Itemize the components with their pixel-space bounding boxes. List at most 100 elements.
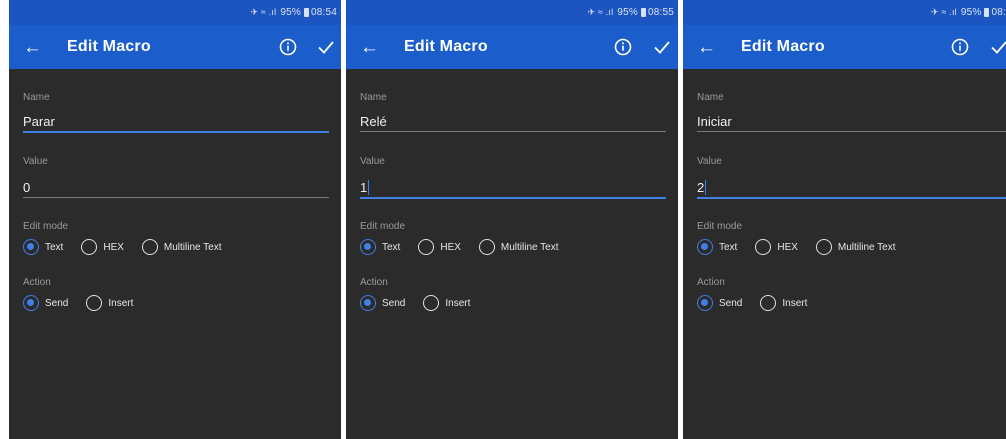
edit-mode-group: Text HEX Multiline Text <box>360 239 577 255</box>
radio-label: Insert <box>445 297 471 309</box>
value-text: 2 <box>697 180 705 195</box>
info-icon[interactable] <box>951 38 969 56</box>
name-input[interactable]: Parar <box>23 114 55 129</box>
radio-label: Send <box>382 297 406 309</box>
text-cursor <box>705 180 707 195</box>
radio-label: Send <box>45 297 69 309</box>
name-input[interactable]: Iniciar <box>697 114 732 129</box>
action-option-insert[interactable]: Insert <box>423 295 470 311</box>
edit-mode-group: Text HEX Multiline Text <box>697 239 914 255</box>
radio-unchecked-icon[interactable] <box>418 239 435 255</box>
status-time: 08:55 <box>647 7 674 18</box>
page-title: Edit Macro <box>741 38 825 55</box>
radio-unchecked-icon[interactable] <box>815 239 832 255</box>
app-bar: ← Edit Macro <box>9 25 341 69</box>
edit-mode-option-text[interactable]: Text <box>697 239 737 255</box>
radio-label: Send <box>719 297 743 309</box>
action-group: Send Insert <box>23 295 151 311</box>
radio-label: HEX <box>777 241 798 253</box>
check-icon[interactable] <box>316 37 336 57</box>
radio-unchecked-icon[interactable] <box>478 239 495 255</box>
battery-icon <box>303 8 309 17</box>
macro-form: Name Relé Value 1 Edit mode Text HEX Mul… <box>346 69 678 439</box>
value-input-underline <box>360 197 666 199</box>
radio-label: Multiline Text <box>163 241 222 253</box>
status-bar: ✈︎ ≈ .ıl 95% 08: <box>683 0 1006 25</box>
app-bar: ← Edit Macro <box>683 25 1006 69</box>
text-cursor <box>368 180 370 195</box>
value-input[interactable]: 1 <box>360 180 370 195</box>
radio-checked-icon[interactable] <box>23 239 39 255</box>
action-option-send[interactable]: Send <box>23 295 68 311</box>
edit-mode-option-text[interactable]: Text <box>360 239 400 255</box>
edit-mode-label: Edit mode <box>697 221 743 232</box>
edit-mode-label: Edit mode <box>360 221 406 232</box>
edit-mode-option-hex[interactable]: HEX <box>418 239 461 255</box>
action-label: Action <box>360 277 388 288</box>
name-input-underline <box>697 131 1006 132</box>
value-text: 1 <box>360 180 368 195</box>
battery-icon <box>984 8 990 17</box>
radio-checked-icon[interactable] <box>697 239 713 255</box>
screen-3: ✈︎ ≈ .ıl 95% 08: ← Edit Macro Name Inici… <box>683 0 1006 439</box>
radio-unchecked-icon[interactable] <box>755 239 772 255</box>
edit-mode-option-multiline[interactable]: Multiline Text <box>478 239 559 255</box>
signal-icons: ✈︎ ≈ .ıl <box>930 7 957 17</box>
battery-level: 95% <box>280 7 301 18</box>
radio-checked-icon[interactable] <box>23 295 39 311</box>
page-title: Edit Macro <box>67 38 151 55</box>
radio-unchecked-icon[interactable] <box>423 295 440 311</box>
page-title: Edit Macro <box>404 38 488 55</box>
radio-label: Text <box>382 241 401 253</box>
radio-checked-icon[interactable] <box>360 239 376 255</box>
back-arrow-icon[interactable]: ← <box>360 38 382 57</box>
action-option-send[interactable]: Send <box>697 295 742 311</box>
radio-unchecked-icon[interactable] <box>86 295 103 311</box>
name-label: Name <box>360 92 387 103</box>
action-group: Send Insert <box>697 295 825 311</box>
app-bar: ← Edit Macro <box>346 25 678 69</box>
radio-label: HEX <box>103 241 124 253</box>
check-icon[interactable] <box>989 37 1006 57</box>
radio-label: Text <box>719 241 738 253</box>
name-input[interactable]: Relé <box>360 114 387 129</box>
screen-2: ✈︎ ≈ .ıl 95% 08:55 ← Edit Macro Name Rel… <box>346 0 678 439</box>
macro-form: Name Parar Value 0 Edit mode Text HEX Mu… <box>9 69 341 439</box>
info-icon[interactable] <box>614 38 632 56</box>
name-label: Name <box>697 92 724 103</box>
value-label: Value <box>697 156 722 167</box>
check-icon[interactable] <box>652 37 672 57</box>
value-label: Value <box>360 156 385 167</box>
action-option-insert[interactable]: Insert <box>86 295 133 311</box>
edit-mode-option-multiline[interactable]: Multiline Text <box>141 239 222 255</box>
edit-mode-option-hex[interactable]: HEX <box>755 239 798 255</box>
edit-mode-option-multiline[interactable]: Multiline Text <box>815 239 896 255</box>
radio-checked-icon[interactable] <box>360 295 376 311</box>
status-bar: ✈︎ ≈ .ıl 95% 08:54 <box>9 0 341 25</box>
status-bar: ✈︎ ≈ .ıl 95% 08:55 <box>346 0 678 25</box>
radio-checked-icon[interactable] <box>697 295 713 311</box>
value-input[interactable]: 0 <box>23 180 30 195</box>
back-arrow-icon[interactable]: ← <box>23 38 45 57</box>
value-input[interactable]: 2 <box>697 180 707 195</box>
action-label: Action <box>697 277 725 288</box>
radio-label: Insert <box>108 297 134 309</box>
value-input-underline <box>23 197 329 198</box>
radio-unchecked-icon[interactable] <box>760 295 777 311</box>
macro-form: Name Iniciar Value 2 Edit mode Text HEX … <box>683 69 1006 439</box>
radio-unchecked-icon[interactable] <box>81 239 98 255</box>
radio-label: HEX <box>440 241 461 253</box>
action-option-send[interactable]: Send <box>360 295 405 311</box>
radio-label: Text <box>45 241 64 253</box>
action-label: Action <box>23 277 51 288</box>
signal-icons: ✈︎ ≈ .ıl <box>250 7 277 17</box>
name-input-underline <box>23 131 329 133</box>
edit-mode-label: Edit mode <box>23 221 69 232</box>
edit-mode-option-text[interactable]: Text <box>23 239 63 255</box>
info-icon[interactable] <box>279 38 297 56</box>
action-option-insert[interactable]: Insert <box>760 295 807 311</box>
signal-icons: ✈︎ ≈ .ıl <box>587 7 614 17</box>
edit-mode-option-hex[interactable]: HEX <box>81 239 124 255</box>
radio-unchecked-icon[interactable] <box>141 239 158 255</box>
back-arrow-icon[interactable]: ← <box>697 38 719 57</box>
